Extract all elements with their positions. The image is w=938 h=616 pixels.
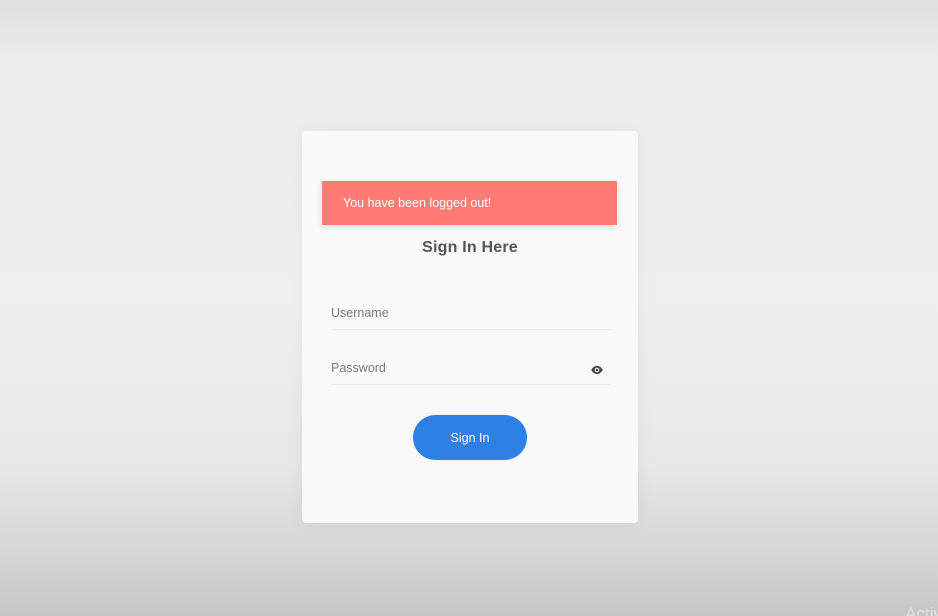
sign-in-button[interactable]: Sign In [413, 415, 527, 460]
username-input[interactable] [331, 299, 611, 327]
username-field-wrapper [331, 299, 611, 330]
form-title: Sign In Here [422, 239, 518, 256]
logout-alert: You have been logged out! [322, 181, 617, 225]
activation-watermark: Activ [905, 604, 938, 616]
eye-icon[interactable] [590, 365, 604, 375]
password-input[interactable] [331, 354, 611, 382]
alert-message: You have been logged out! [343, 196, 492, 210]
password-field-wrapper [331, 354, 611, 385]
login-card: You have been logged out! Sign In Here S… [302, 131, 638, 523]
